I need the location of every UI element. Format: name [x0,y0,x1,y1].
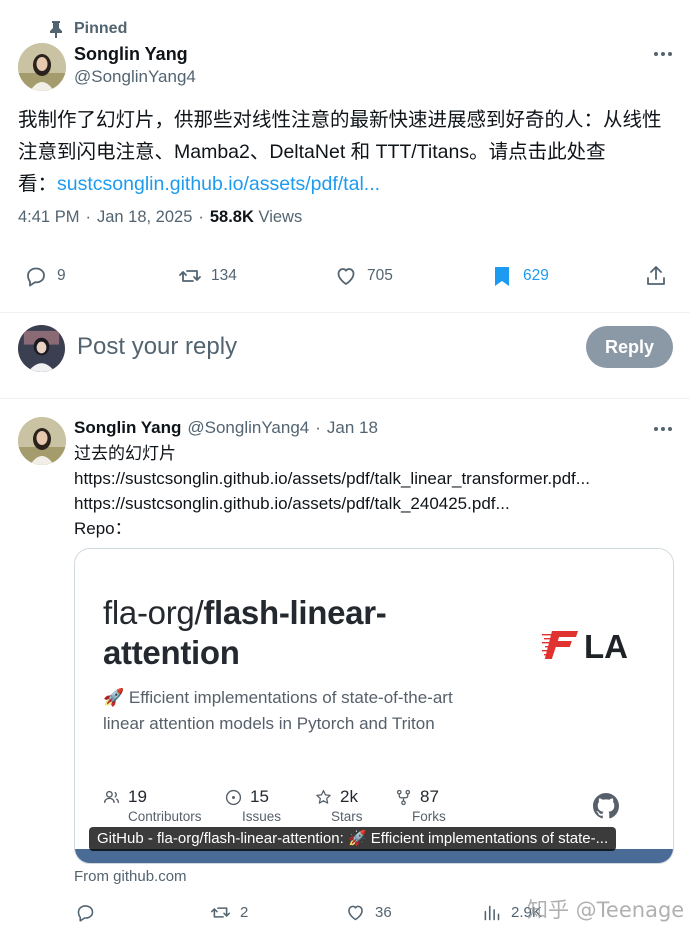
reply-author-name[interactable]: Songlin Yang [74,418,181,438]
views-count: 58.8K [209,208,254,226]
share-icon [647,266,665,285]
card-caption: GitHub - fla-org/flash-linear-attention:… [89,827,617,851]
tweet-actions: 9 134 705 629 [0,264,690,294]
separator-dot: · [315,418,321,437]
separator-dot: · [85,208,91,226]
user-avatar[interactable] [18,325,65,372]
repo-stats: 19 Contributors 15 Issues 2k Stars 87 Fo… [103,787,643,827]
reply-more-options-icon[interactable] [651,417,675,441]
repo-description-line: linear attention models in Pytorch and T… [103,714,435,733]
repo-owner: fla-org/ [103,594,204,631]
analytics-icon [484,905,500,921]
views-label: Views [258,208,303,226]
repo-description-line: 🚀 Efficient implementations of state-of-… [103,688,453,707]
separator-dot: · [198,208,204,226]
reply-author-avatar[interactable] [18,417,66,465]
share-button[interactable] [644,264,668,288]
repo-description: 🚀 Efficient implementations of state-of-… [103,685,523,737]
reply-like-count: 36 [375,904,392,921]
forks-label: Forks [412,809,446,824]
reply-link[interactable]: https://sustcsonglin.github.io/assets/pd… [74,466,674,491]
link-preview-card[interactable]: fla-org/flash-linear- attention LA 🚀 Eff… [74,548,674,864]
issue-icon [225,789,242,805]
tweet-meta: 4:41 PM · Jan 18, 2025 · 58.8K Views [18,208,302,227]
more-options-icon[interactable] [651,42,675,66]
repost-count: 134 [211,267,237,284]
issues-stat: 15 Issues [225,787,281,824]
reply-icon [27,267,45,287]
reply-input[interactable]: Post your reply [77,333,237,361]
tweet-text: 我制作了幻灯片，供那些对线性注意的最新快速进展感到好奇的人：从线性 注意到闪电注… [18,104,678,200]
tweet-text-line: 看： [18,173,58,195]
stars-count: 2k [340,787,358,806]
issues-count: 15 [250,787,269,806]
like-count: 705 [367,267,393,284]
bookmark-button[interactable]: 629 [490,264,549,288]
reply-header: Songlin Yang @SonglinYang4 · Jan 18 [74,418,378,438]
reply-text-line: 过去的幻灯片 [74,444,176,463]
repost-button[interactable]: 134 [178,264,237,288]
bookmark-icon [495,267,509,286]
pin-icon [50,21,62,38]
forks-count: 87 [420,787,439,806]
heart-icon [337,268,355,285]
slides-link[interactable]: sustcsonglin.github.io/assets/pdf/tal... [57,173,380,195]
star-icon [316,789,331,804]
reply-button[interactable]: 9 [24,264,66,288]
bookmark-count: 629 [523,267,549,284]
reply-icon [77,905,94,922]
forks-stat: 87 Forks [395,787,446,824]
reply-link[interactable]: https://sustcsonglin.github.io/assets/pd… [74,491,674,516]
tweet-text-line: 注意到闪电注意、Mamba2、DeltaNet 和 TTT/Titans。请点击… [18,141,606,163]
reply-submit-button[interactable]: Reply [586,326,673,368]
repost-icon [179,270,201,282]
heart-icon [348,905,363,921]
reply-count: 9 [57,267,66,284]
pinned-label: Pinned [74,20,128,37]
github-icon [593,793,619,819]
reply-like-button[interactable]: 36 [345,902,392,923]
issues-label: Issues [242,809,282,824]
people-icon [103,790,120,803]
author-avatar[interactable] [18,43,66,91]
pinned-indicator: Pinned [48,18,127,40]
reply-repost-button[interactable]: 2 [210,902,248,923]
stars-label: Stars [331,809,363,824]
reply-text-line: Repo： [74,519,132,538]
link-source[interactable]: From github.com [74,868,187,885]
stars-stat: 2k Stars [315,787,363,824]
reply-author-handle[interactable]: @SonglinYang4 [187,418,309,438]
like-button[interactable]: 705 [334,264,393,288]
card-image: fla-org/flash-linear- attention LA 🚀 Eff… [75,549,673,849]
repo-title: fla-org/flash-linear- attention [103,593,387,673]
fla-logo-icon: LA [542,628,628,663]
repo-name-cont: attention [103,634,240,671]
tweet-date[interactable]: Jan 18, 2025 [97,208,192,227]
tweet-text-line: 我制作了幻灯片，供那些对线性注意的最新快速进展感到好奇的人：从线性 [18,109,662,131]
divider [0,312,690,313]
author-handle[interactable]: @SonglinYang4 [74,67,196,87]
divider [0,398,690,399]
reply-repost-count: 2 [240,904,249,921]
watermark: 知乎 @Teenage [527,898,685,922]
reply-text: 过去的幻灯片 https://sustcsonglin.github.io/as… [74,441,674,541]
card-bottom-bar [75,849,673,863]
contributors-label: Contributors [128,809,202,824]
repost-icon [210,907,231,918]
reply-reply-button[interactable] [75,902,105,923]
fork-icon [396,789,411,805]
author-name[interactable]: Songlin Yang [74,44,188,65]
fla-logo-text: LA [584,628,628,663]
tweet-time[interactable]: 4:41 PM [18,208,79,227]
contributors-stat: 19 Contributors [103,787,202,824]
contributors-count: 19 [128,787,147,806]
repo-name: flash-linear- [203,594,387,631]
reply-date[interactable]: Jan 18 [327,418,378,438]
